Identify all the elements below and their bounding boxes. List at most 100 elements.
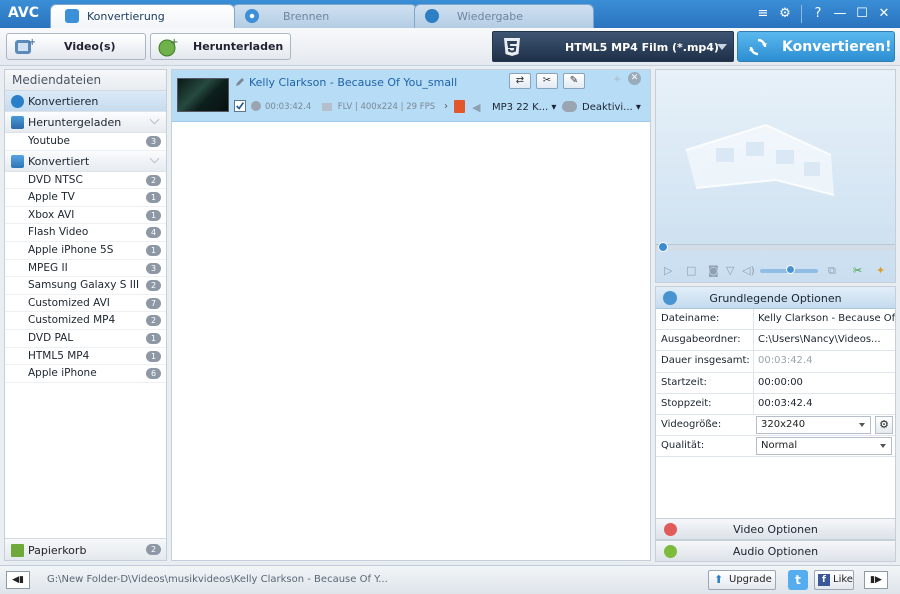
- scissors-icon[interactable]: ✂: [536, 73, 558, 89]
- download-button[interactable]: + Herunterladen: [150, 33, 291, 60]
- gear-icon[interactable]: ⚙: [875, 415, 893, 434]
- seek-handle[interactable]: [658, 242, 668, 252]
- chevron-down-icon[interactable]: ▽: [726, 264, 734, 277]
- sidebar-item-apple-tv[interactable]: Apple TV 1: [5, 189, 166, 207]
- film-add-icon: +: [15, 37, 35, 54]
- videos-label: Video(s): [64, 40, 116, 53]
- sidebar-item-label: Konvertieren: [28, 95, 99, 108]
- convert-icon: [65, 9, 79, 23]
- sidebar-item-html5-mp4[interactable]: HTML5 MP4 1: [5, 348, 166, 366]
- sidebar-group-downloaded[interactable]: Heruntergeladen: [5, 112, 166, 133]
- stop-icon[interactable]: □: [686, 264, 696, 277]
- sidebar-item-apple-iphone[interactable]: Apple iPhone 6: [5, 365, 166, 383]
- gear-icon[interactable]: ⚙: [775, 4, 795, 24]
- file-row[interactable]: Kelly Clarkson - Because Of You_small ⇄ …: [172, 70, 650, 122]
- option-label: Stoppzeit:: [661, 397, 712, 409]
- sidebar-item-label: Apple iPhone: [28, 367, 97, 380]
- title-bar: AVC Konvertierung Brennen Wiedergabe ≡ ⚙…: [0, 0, 900, 28]
- count-badge: 7: [146, 297, 161, 309]
- help-icon[interactable]: ?: [808, 4, 828, 24]
- minimize-icon[interactable]: —: [830, 4, 850, 24]
- sidebar-item-trash[interactable]: Papierkorb 2: [5, 538, 166, 560]
- option-row-output-folder: Ausgabeordner: C:\Users\Nancy\Videos...: [656, 330, 895, 352]
- sidebar-item-dvd-ntsc[interactable]: DVD NTSC 2: [5, 172, 166, 190]
- tab-konvertierung[interactable]: Konvertierung: [50, 4, 235, 28]
- tab-label: Brennen: [283, 10, 330, 23]
- file-title[interactable]: Kelly Clarkson - Because Of You_small: [249, 76, 457, 89]
- upgrade-button[interactable]: ⬆ Upgrade: [708, 570, 776, 590]
- magic-wand-icon[interactable]: ✎: [563, 73, 585, 89]
- count-badge: 1: [146, 244, 161, 256]
- convert-button[interactable]: Konvertieren!: [737, 31, 895, 62]
- count-badge: 1: [146, 192, 161, 204]
- crop-icon[interactable]: ⧉: [828, 264, 836, 278]
- quality-select[interactable]: Normal: [756, 437, 892, 456]
- chevron-down-icon: [880, 444, 886, 449]
- stop-time-field[interactable]: 00:03:42.4: [753, 393, 895, 415]
- menu-icon[interactable]: ≡: [753, 4, 773, 24]
- option-label: Startzeit:: [661, 376, 707, 388]
- audio-track-dropdown[interactable]: MP3 22 K... ▾: [492, 102, 556, 113]
- app-logo: AVC: [8, 5, 39, 21]
- sidebar-item-dvd-pal[interactable]: DVD PAL 1: [5, 330, 166, 348]
- toggle-sidebar-icon[interactable]: ◀▮: [6, 571, 30, 589]
- sidebar-item-label: Konvertiert: [28, 154, 90, 168]
- chevron-down-icon[interactable]: [149, 153, 160, 164]
- video-options-button[interactable]: Video Optionen: [655, 518, 896, 540]
- tab-brennen[interactable]: Brennen: [232, 4, 417, 28]
- subtitle-dropdown[interactable]: Deaktivi... ▾: [582, 102, 641, 113]
- plus-icon[interactable]: +: [613, 74, 621, 85]
- count-badge: 1: [146, 209, 161, 221]
- tab-wiedergabe[interactable]: Wiedergabe: [414, 4, 594, 28]
- sidebar-item-samsung-galaxy[interactable]: Samsung Galaxy S III 2: [5, 277, 166, 295]
- sidebar-item-youtube[interactable]: Youtube 3: [5, 133, 166, 151]
- sidebar-item-customized-mp4[interactable]: Customized MP4 2: [5, 312, 166, 330]
- wand-icon[interactable]: ✦: [876, 264, 885, 277]
- toolbar: + Video(s) + Herunterladen HTML5 MP4 Fil…: [0, 28, 900, 66]
- output-folder-field[interactable]: C:\Users\Nancy\Videos...: [753, 330, 895, 352]
- camera-icon[interactable]: ◙: [708, 264, 719, 277]
- sidebar-item-label: Samsung Galaxy S III: [28, 279, 140, 292]
- audio-options-button[interactable]: Audio Optionen: [655, 540, 896, 562]
- download-icon: [11, 116, 24, 129]
- video-size-select[interactable]: 320x240: [756, 415, 871, 434]
- maximize-icon[interactable]: ☐: [852, 4, 872, 24]
- convert-swap-icon[interactable]: ⇄: [509, 73, 531, 89]
- sidebar-item-flash-video[interactable]: Flash Video 4: [5, 224, 166, 242]
- format-label: HTML5 MP4 Film (*.mp4): [565, 41, 719, 54]
- sidebar-item-convert[interactable]: Konvertieren: [5, 91, 166, 112]
- close-icon[interactable]: ✕: [628, 72, 641, 85]
- filename-field[interactable]: Kelly Clarkson - Because Of...: [753, 309, 895, 330]
- facebook-like-button[interactable]: f Like: [814, 570, 854, 590]
- pencil-icon[interactable]: [234, 76, 246, 88]
- subtitle-icon: [562, 101, 577, 112]
- sidebar-item-label: Heruntergeladen: [28, 116, 122, 129]
- volume-handle[interactable]: [786, 265, 795, 274]
- sidebar-item-xbox-avi[interactable]: Xbox AVI 1: [5, 207, 166, 225]
- option-row-filename: Dateiname: Kelly Clarkson - Because Of..…: [656, 309, 895, 331]
- disc-icon: [245, 9, 259, 23]
- seek-bar[interactable]: [656, 242, 895, 252]
- option-row-quality: Qualität: Normal: [656, 436, 895, 458]
- start-time-field[interactable]: 00:00:00: [753, 372, 895, 394]
- toggle-panel-icon[interactable]: ▮▶: [864, 571, 888, 589]
- sidebar-item-customized-avi[interactable]: Customized AVI 7: [5, 295, 166, 313]
- chevron-down-icon[interactable]: [149, 114, 160, 125]
- file-checkbox[interactable]: [234, 100, 246, 112]
- scissors-icon[interactable]: ✂: [853, 264, 862, 277]
- output-format-dropdown[interactable]: HTML5 MP4 Film (*.mp4): [492, 31, 734, 62]
- sidebar-item-apple-iphone-5s[interactable]: Apple iPhone 5S 1: [5, 242, 166, 260]
- sidebar-item-mpeg-ii[interactable]: MPEG II 3: [5, 260, 166, 278]
- add-videos-button[interactable]: + Video(s): [6, 33, 146, 60]
- tab-label: Wiedergabe: [457, 10, 524, 23]
- twitter-icon[interactable]: t: [788, 570, 808, 590]
- video-thumbnail[interactable]: [177, 78, 229, 112]
- sidebar-item-label: Papierkorb: [28, 544, 87, 557]
- close-icon[interactable]: ✕: [874, 4, 894, 24]
- video-options-icon: [664, 523, 677, 536]
- volume-icon[interactable]: ◁): [742, 264, 755, 277]
- sidebar-item-label: Customized MP4: [28, 314, 116, 327]
- sidebar-group-converted[interactable]: Konvertiert: [5, 150, 166, 172]
- options-header[interactable]: Grundlegende Optionen: [656, 287, 895, 309]
- play-icon[interactable]: ▷: [664, 264, 672, 277]
